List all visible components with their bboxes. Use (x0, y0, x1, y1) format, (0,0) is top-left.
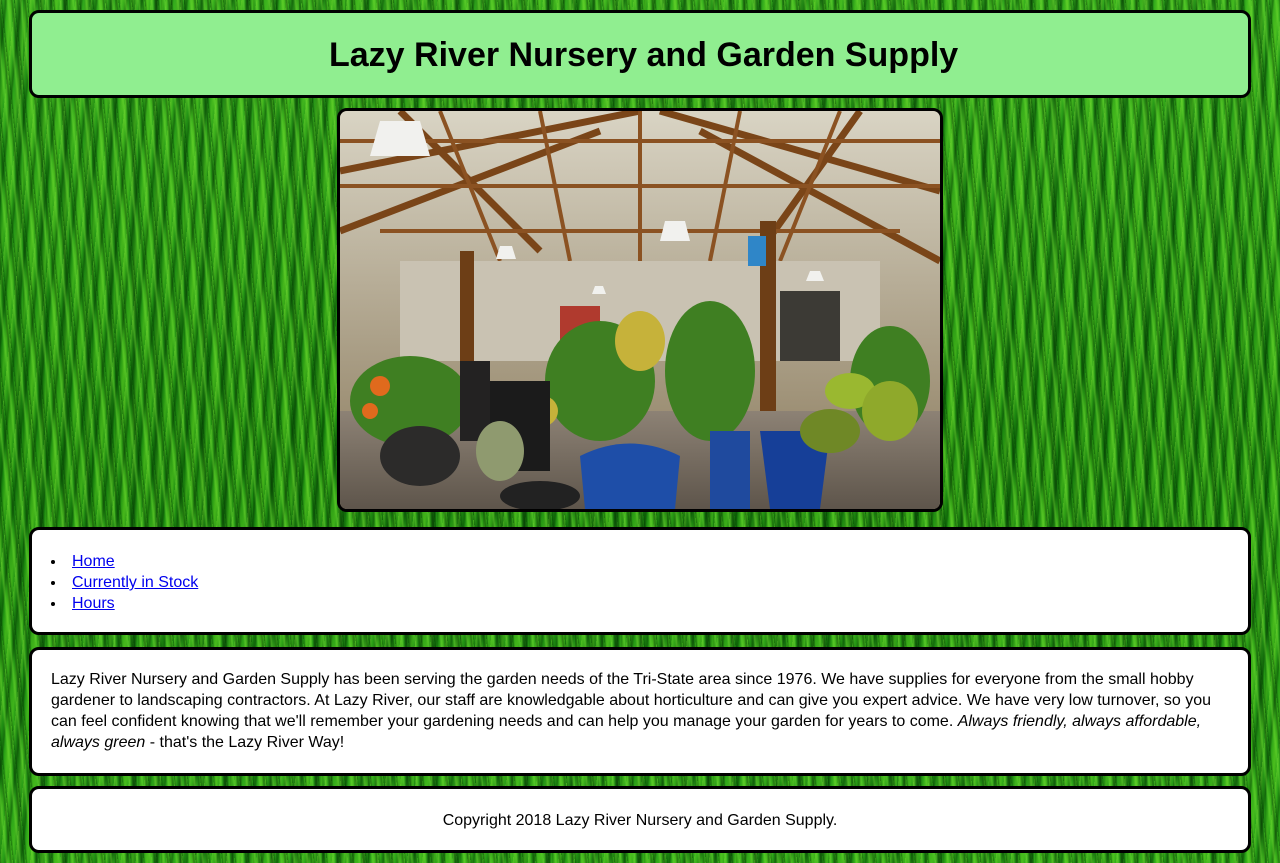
copyright-text: Copyright 2018 Lazy River Nursery and Ga… (442, 812, 838, 829)
nav-item-hours: Hours (51, 593, 198, 614)
site-footer: Copyright 2018 Lazy River Nursery and Ga… (29, 786, 1251, 853)
garden-center-photo (340, 111, 940, 509)
nav-list: Home Currently in Stock Hours (51, 551, 198, 614)
main-content: Lazy River Nursery and Garden Supply has… (29, 647, 1251, 776)
nav-item-home: Home (51, 551, 198, 572)
site-header: Lazy River Nursery and Garden Supply (29, 10, 1251, 98)
outro-text: - that's the Lazy River Way! (145, 734, 345, 751)
nav-link-currently-in-stock[interactable]: Currently in Stock (72, 574, 198, 591)
nav-item-stock: Currently in Stock (51, 572, 198, 593)
main-navigation: Home Currently in Stock Hours (29, 527, 1251, 635)
nav-link-hours[interactable]: Hours (72, 595, 115, 612)
site-title: Lazy River Nursery and Garden Supply (329, 36, 959, 74)
intro-paragraph: Lazy River Nursery and Garden Supply has… (51, 669, 1221, 753)
hero-image (337, 108, 943, 512)
nav-link-home[interactable]: Home (72, 553, 115, 570)
